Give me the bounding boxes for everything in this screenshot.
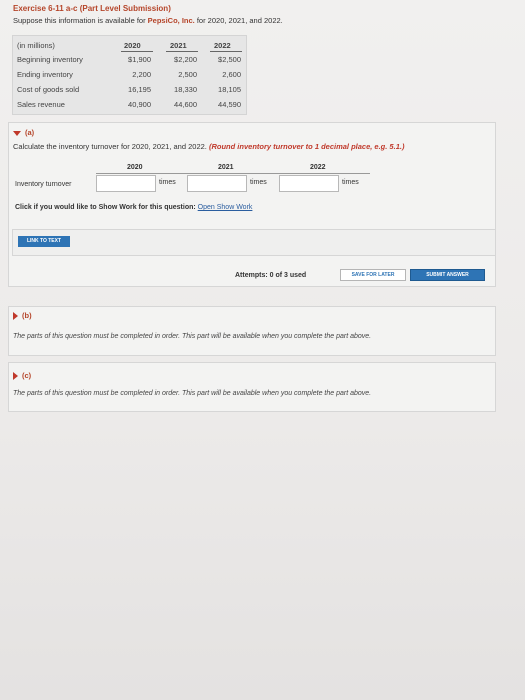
company-name: PepsiCo, Inc.: [147, 16, 195, 25]
cell-value: 44,600: [174, 100, 197, 109]
unit-label-2020: times: [159, 179, 176, 186]
year-header-2021: 2021: [170, 41, 187, 50]
link-to-text-button[interactable]: LINK TO TEXT: [18, 236, 70, 247]
caret-right-icon: [13, 312, 18, 321]
year-header-2020: 2020: [124, 41, 141, 50]
turnover-2020-input[interactable]: [96, 175, 156, 192]
cell-value: 40,900: [128, 100, 151, 109]
row-label: Cost of goods sold: [17, 85, 80, 94]
attempts-text: Attempts: 0 of 3 used: [235, 272, 307, 279]
part-c-toggle[interactable]: (c): [13, 371, 31, 381]
row-label: Ending inventory: [17, 70, 73, 79]
input-year-2020: 2020: [127, 164, 143, 171]
rounding-instruction: (Round inventory turnover to 1 decimal p…: [208, 142, 405, 151]
caret-down-icon: [13, 130, 21, 136]
part-b-note: The parts of this question must be compl…: [13, 333, 372, 340]
cell-value: 44,590: [218, 100, 241, 109]
cell-value: $2,500: [218, 55, 241, 64]
input-year-2021: 2021: [218, 164, 234, 171]
turnover-2021-input[interactable]: [187, 175, 247, 192]
row-label: Beginning inventory: [17, 55, 83, 64]
page: Exercise 6-11 a-c (Part Level Submission…: [0, 0, 525, 700]
unit-label-2022: times: [342, 179, 359, 186]
cell-value: 2,500: [178, 70, 197, 79]
cell-value: $2,200: [174, 55, 197, 64]
part-c-note: The parts of this question must be compl…: [13, 390, 372, 397]
input-year-2022: 2022: [310, 164, 326, 171]
cell-value: $1,900: [128, 55, 151, 64]
cell-value: 2,200: [132, 70, 151, 79]
row-label: Sales revenue: [17, 100, 65, 109]
submit-answer-button[interactable]: SUBMIT ANSWER: [410, 269, 485, 281]
exercise-title: Exercise 6-11 a-c (Part Level Submission…: [13, 4, 171, 13]
inventory-turnover-label: Inventory turnover: [15, 181, 72, 188]
cell-value: 2,600: [222, 70, 241, 79]
part-a-toggle[interactable]: (a): [13, 128, 34, 137]
show-work-prompt: Click if you would like to Show Work for…: [15, 204, 253, 211]
cell-value: 18,105: [218, 85, 241, 94]
cell-value: 16,195: [128, 85, 151, 94]
part-c-panel: [8, 362, 496, 412]
caret-right-icon: [13, 372, 18, 381]
save-for-later-button[interactable]: SAVE FOR LATER: [340, 269, 406, 281]
data-table: (in millions) 2020 2021 2022 Beginning i…: [12, 35, 247, 115]
unit-label-2021: times: [250, 179, 267, 186]
turnover-2022-input[interactable]: [279, 175, 339, 192]
unit-label: (in millions): [17, 41, 55, 50]
intro-text: Suppose this information is available fo…: [13, 16, 283, 25]
part-b-panel: [8, 306, 496, 356]
part-a-question: Calculate the inventory turnover for 202…: [13, 142, 405, 151]
cell-value: 18,330: [174, 85, 197, 94]
open-show-work-link[interactable]: Open Show Work: [198, 204, 253, 211]
link-to-text-area: [12, 229, 496, 256]
part-b-toggle[interactable]: (b): [13, 311, 32, 321]
year-header-2022: 2022: [214, 41, 231, 50]
